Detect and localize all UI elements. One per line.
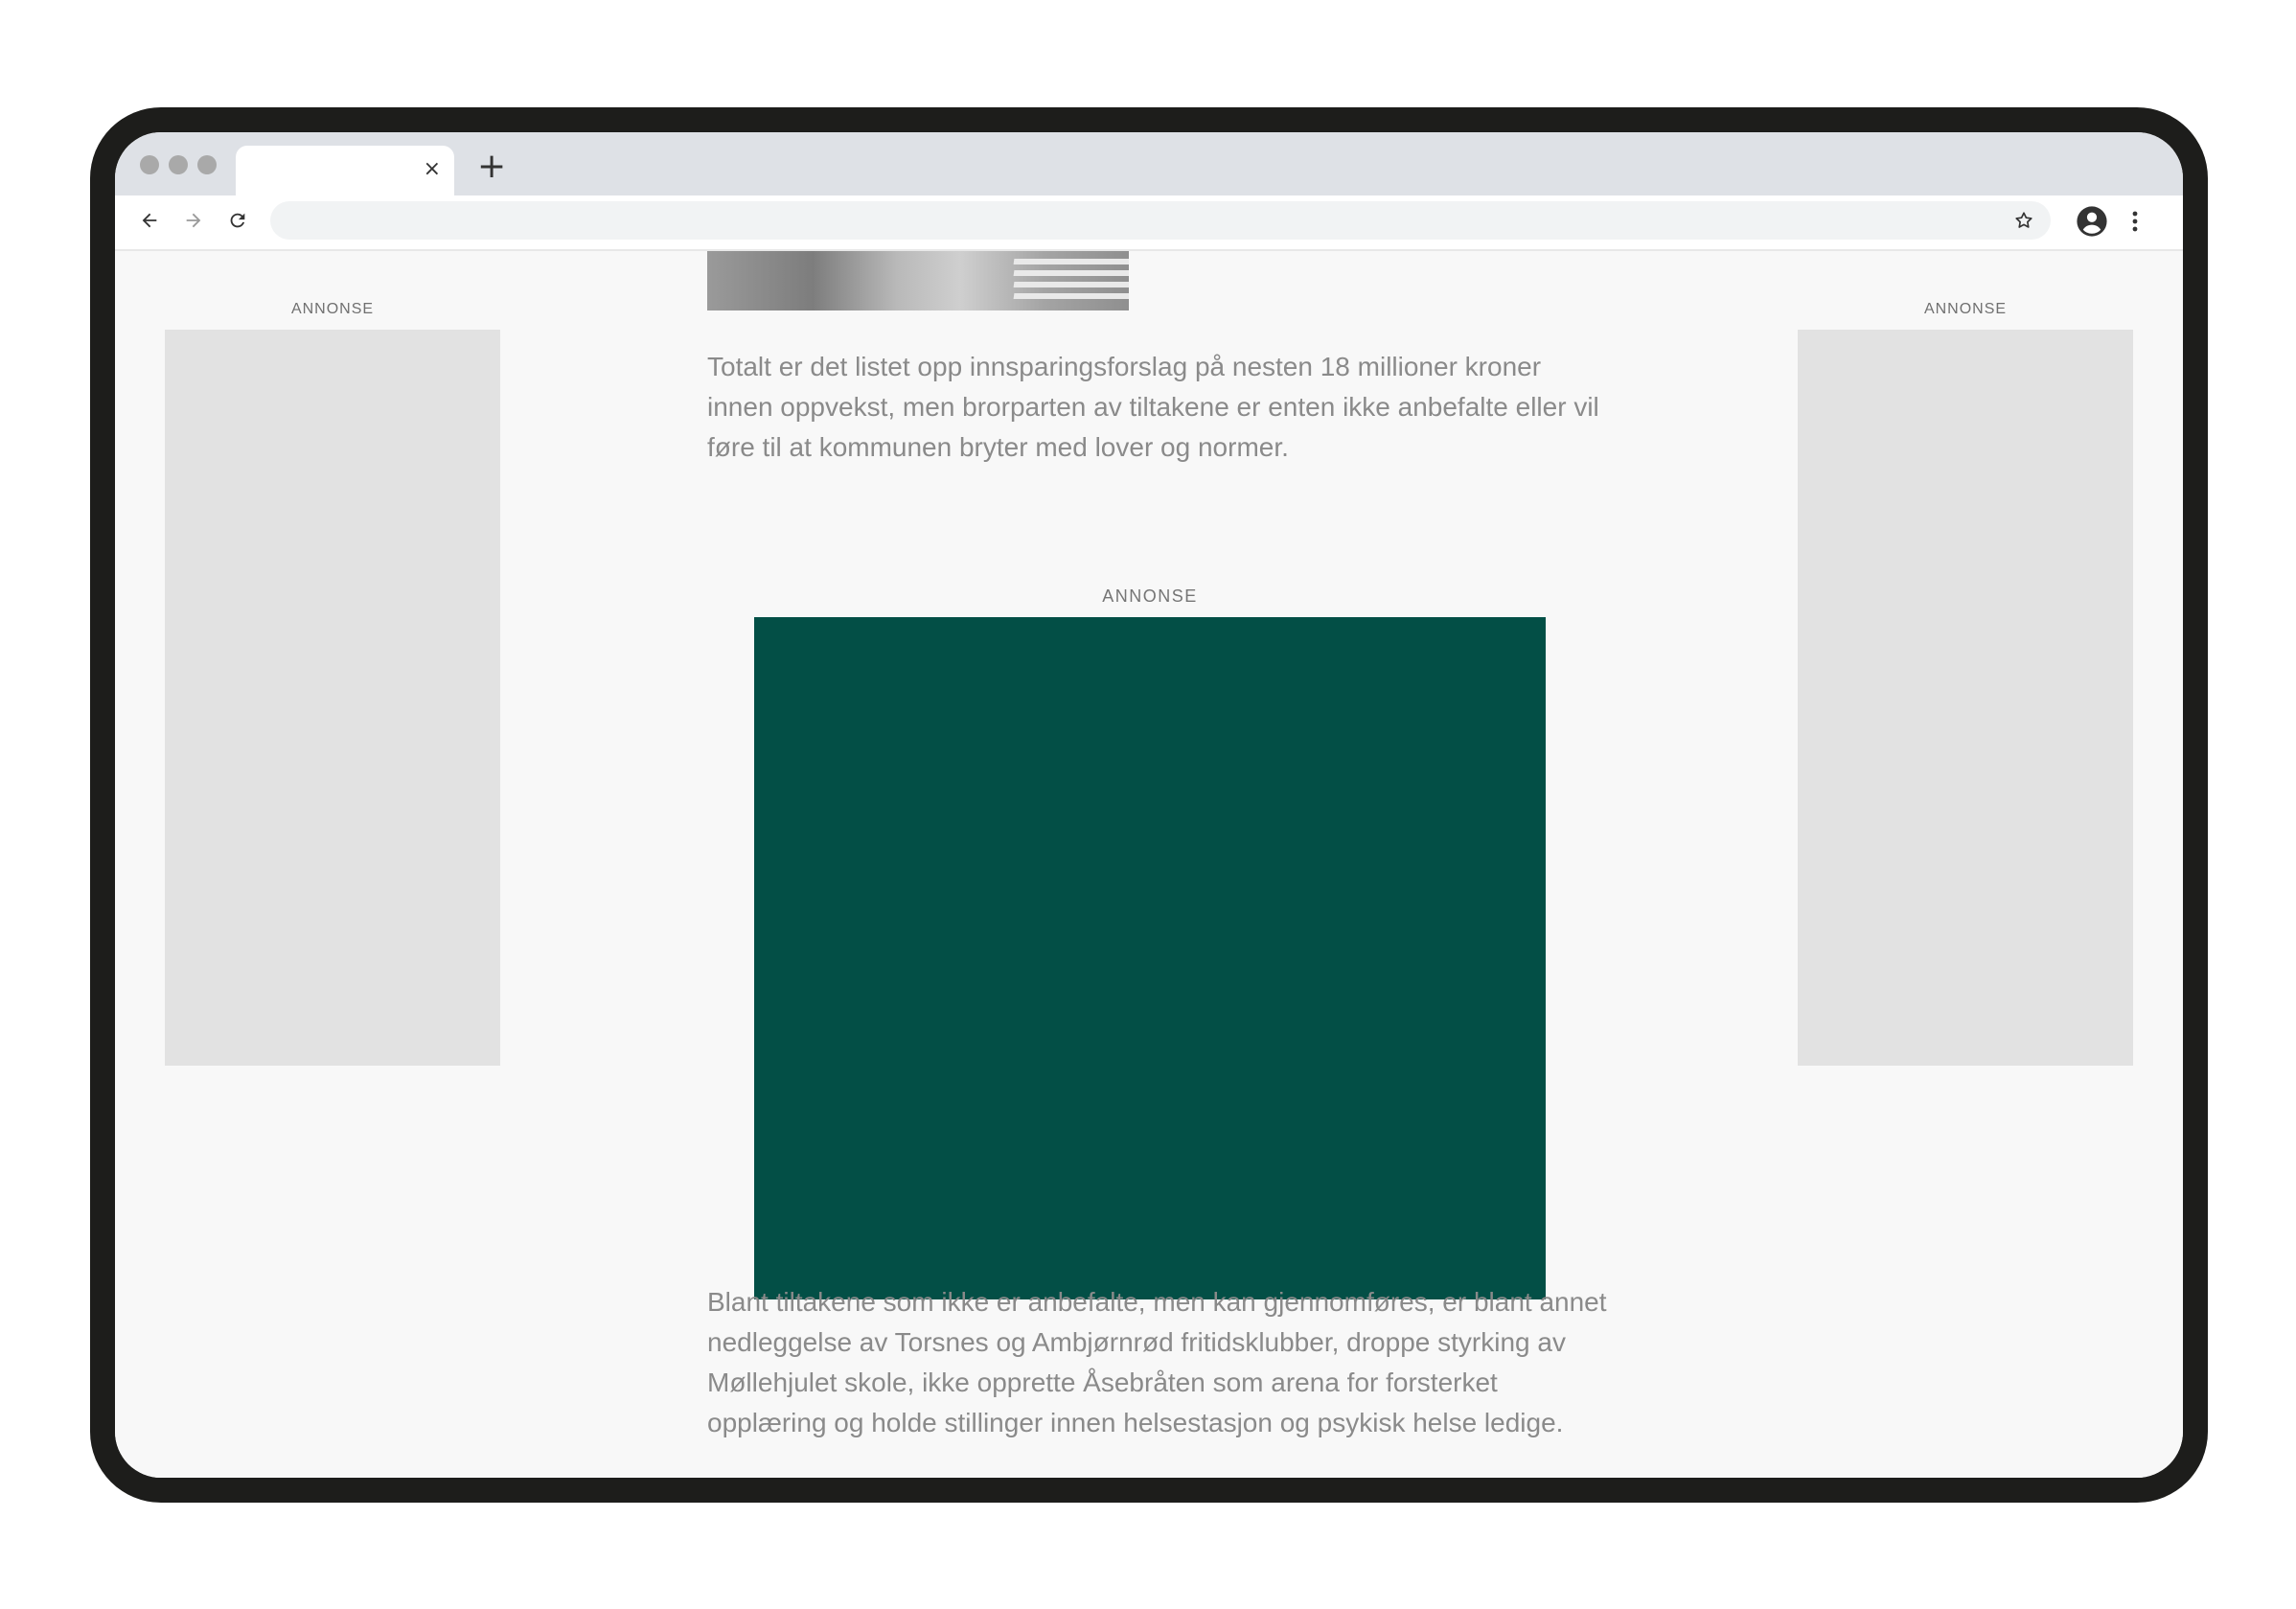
left-ad-slot[interactable] (165, 330, 500, 1066)
star-icon (2015, 212, 2032, 228)
browser-window: × + ANNONSE ANNONSE Totalt er det listet… (115, 132, 2183, 1478)
account-circle-icon (2077, 206, 2107, 237)
article-paragraph-1: Totalt er det listet opp innsparingsfors… (707, 352, 1599, 462)
window-control-close[interactable] (140, 155, 159, 174)
browser-toolbar (115, 195, 2183, 251)
middle-ad-slot[interactable] (754, 617, 1546, 1299)
article-paragraph-2: Blant tiltakene som ikke er anbefalte, m… (707, 1287, 1607, 1437)
back-button[interactable] (134, 205, 165, 236)
new-tab-button[interactable]: + (477, 148, 506, 186)
reload-icon (230, 213, 245, 228)
bookmark-button[interactable] (2010, 207, 2037, 234)
arrow-right-icon (186, 213, 201, 228)
reload-button[interactable] (222, 205, 253, 236)
middle-ad-label: ANNONSE (1102, 586, 1198, 606)
forward-button[interactable] (178, 205, 209, 236)
window-control-minimize[interactable] (169, 155, 188, 174)
article-image (707, 251, 1129, 310)
right-ad-label: ANNONSE (1923, 301, 2008, 317)
tablet-frame: × + ANNONSE ANNONSE Totalt er det listet… (90, 107, 2208, 1503)
profile-button[interactable] (2076, 205, 2108, 238)
address-bar[interactable] (270, 201, 2051, 240)
arrow-left-icon (142, 213, 157, 228)
browser-menu-button[interactable] (2125, 205, 2145, 238)
more-vertical-icon (2132, 211, 2138, 232)
browser-tab[interactable]: × (236, 146, 454, 195)
left-ad-label: ANNONSE (290, 301, 375, 317)
web-page: ANNONSE ANNONSE Totalt er det listet opp… (115, 251, 2183, 1478)
tab-close-icon[interactable]: × (424, 155, 441, 184)
tab-bar: × + (115, 132, 2183, 195)
window-control-maximize[interactable] (197, 155, 217, 174)
right-ad-slot[interactable] (1798, 330, 2133, 1066)
